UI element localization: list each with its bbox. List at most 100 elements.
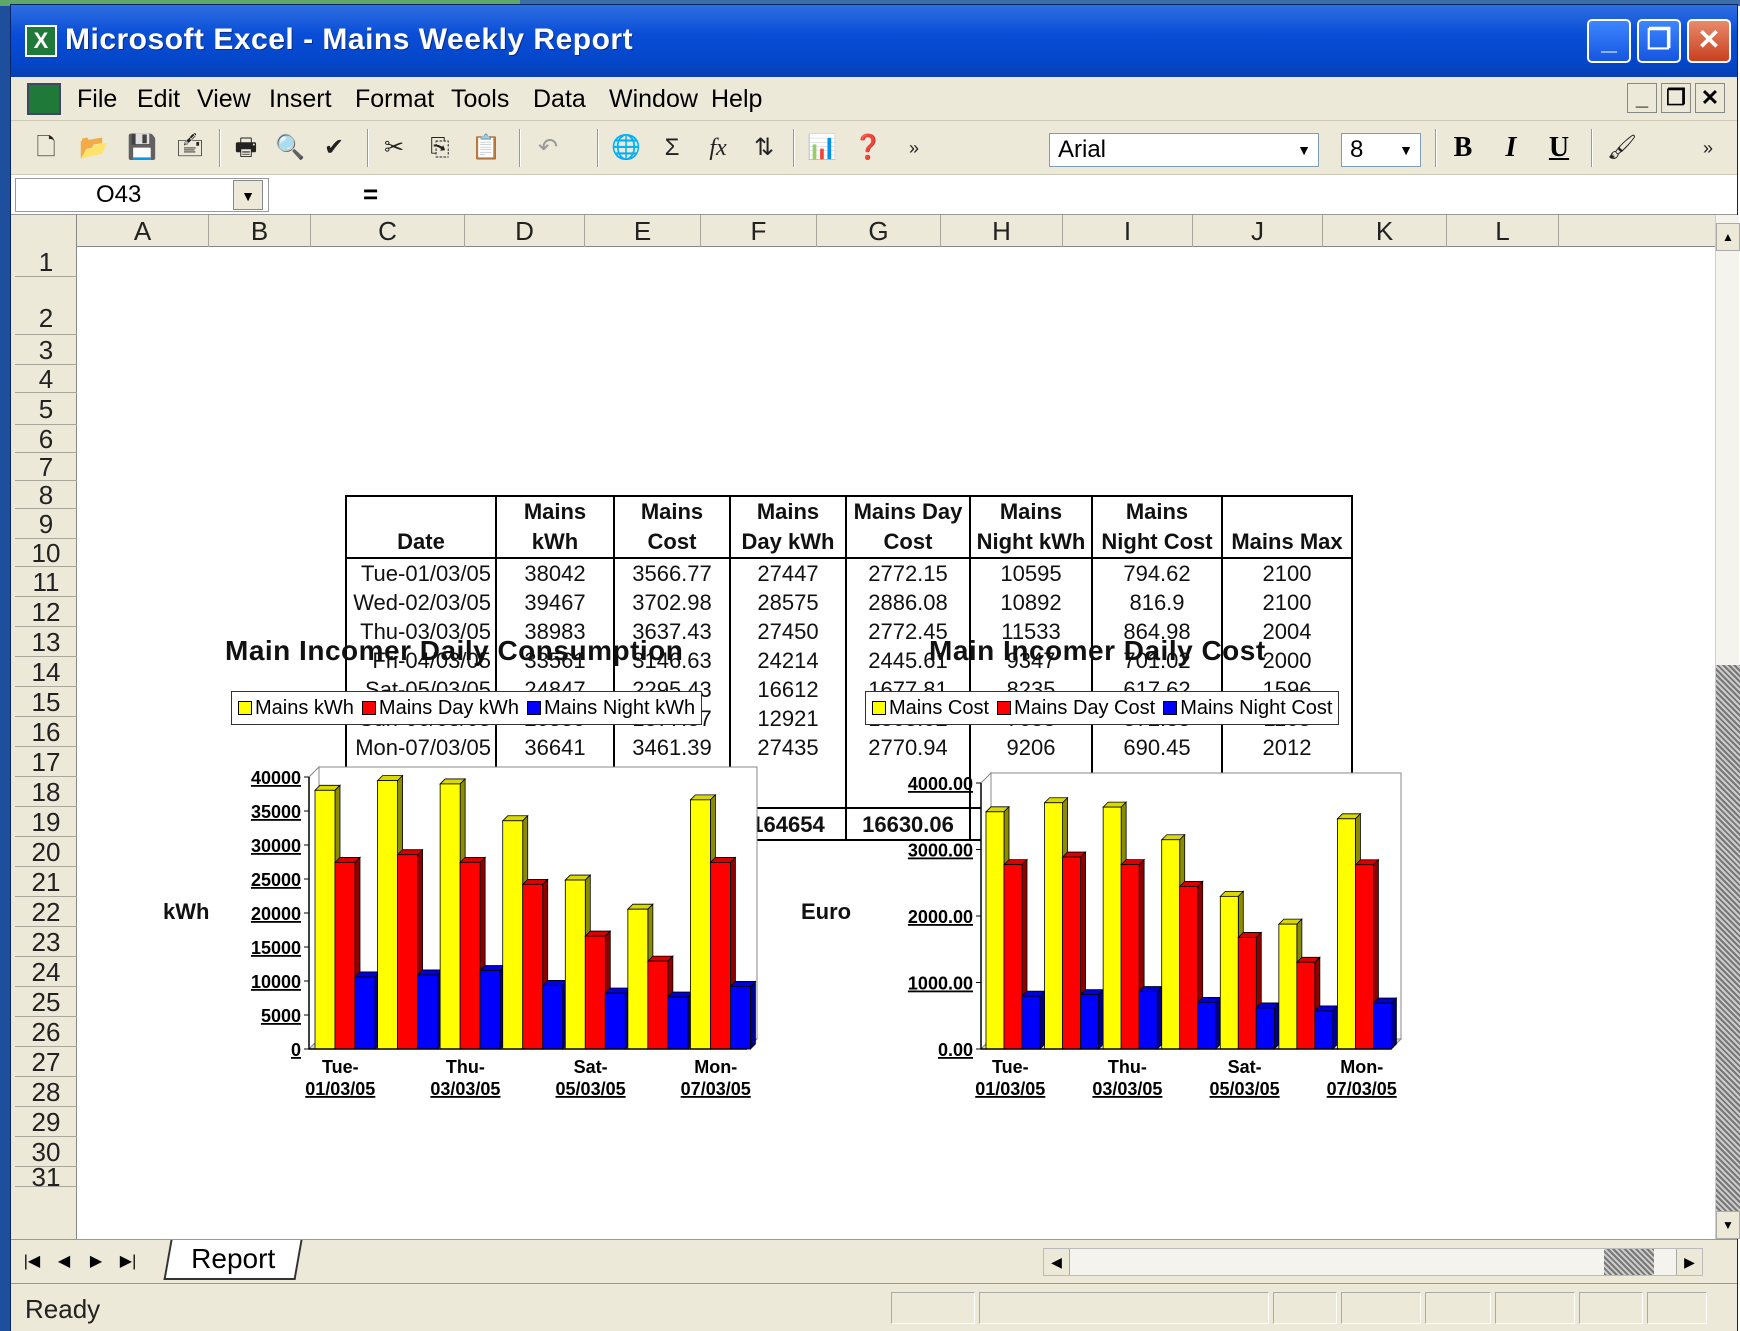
table-cell[interactable]: 2100 <box>1221 588 1353 617</box>
print-icon[interactable]: 🖶 <box>229 131 263 165</box>
row-header[interactable]: 15 <box>15 687 77 717</box>
table-cell[interactable]: 2886.08 <box>845 588 971 617</box>
chart-cost[interactable]: 4000.00 3000.00 2000.00 1000.00 0.00 Tue-01/0… <box>857 761 1417 1121</box>
table-cell[interactable]: Wed-02/03/05 <box>345 588 497 617</box>
row-header[interactable]: 22 <box>15 897 77 927</box>
autosum-icon[interactable]: Σ <box>655 131 689 165</box>
row-header[interactable]: 31 <box>15 1164 77 1190</box>
row-header[interactable]: 4 <box>15 365 77 393</box>
sort-ascending-icon[interactable]: ⇅ <box>747 131 781 165</box>
hyperlink-icon[interactable]: 🌐 <box>609 131 643 165</box>
workbook-icon[interactable] <box>27 83 61 115</box>
chart-consumption[interactable]: 40000 35000 30000 25000 20000 15000 10000 5000 0… <box>215 761 775 1121</box>
row-header[interactable]: 3 <box>15 335 77 365</box>
permission-icon[interactable]: 🖆 <box>173 131 207 165</box>
menu-help[interactable]: Help <box>711 85 762 114</box>
column-header[interactable]: K <box>1323 215 1447 247</box>
table-cell[interactable]: 28575 <box>729 588 847 617</box>
legend-item[interactable]: Mains Day Cost <box>997 697 1155 720</box>
row-header[interactable]: 26 <box>15 1017 77 1047</box>
table-cell[interactable]: 16612 <box>729 675 847 704</box>
column-header[interactable]: G <box>817 215 941 247</box>
help-icon[interactable]: ❓ <box>851 131 885 165</box>
scroll-down-arrow-icon[interactable]: ▼ <box>1716 1211 1740 1239</box>
row-header[interactable]: 9 <box>15 509 77 539</box>
table-cell[interactable]: 3702.98 <box>613 588 731 617</box>
row-header[interactable]: 11 <box>15 567 77 597</box>
table-header-cell[interactable]: Mains Night Cost <box>1091 495 1223 559</box>
menu-insert[interactable]: Insert <box>269 85 332 114</box>
font-size-select[interactable]: 8 ▼ <box>1341 133 1421 167</box>
column-header[interactable]: D <box>465 215 585 247</box>
function-icon[interactable]: fx <box>701 131 735 165</box>
table-cell[interactable]: 27450 <box>729 617 847 646</box>
close-button[interactable]: ✕ <box>1687 19 1731 63</box>
select-all-corner[interactable] <box>15 215 77 247</box>
row-header[interactable]: 8 <box>15 481 77 509</box>
table-cell[interactable]: Mon-07/03/05 <box>345 733 497 762</box>
row-header[interactable]: 23 <box>15 927 77 957</box>
minimize-button[interactable]: _ <box>1587 19 1631 63</box>
column-header[interactable]: C <box>311 215 465 247</box>
row-header[interactable]: 20 <box>15 837 77 867</box>
paste-icon[interactable]: 📋 <box>469 131 503 165</box>
column-header[interactable]: B <box>209 215 311 247</box>
table-cell[interactable]: 27447 <box>729 558 847 588</box>
formula-equals[interactable]: = <box>363 179 378 210</box>
table-header-cell[interactable]: Mains Cost <box>613 495 731 559</box>
next-sheet-icon[interactable]: ▶ <box>83 1248 109 1276</box>
row-header[interactable]: 29 <box>15 1107 77 1137</box>
column-header[interactable]: I <box>1063 215 1193 247</box>
table-cell[interactable]: 2012 <box>1221 733 1353 762</box>
maximize-button[interactable]: ❐ <box>1637 19 1681 63</box>
vertical-scrollbar[interactable]: ▲ ▼ <box>1715 215 1740 1239</box>
title-bar[interactable]: X Microsoft Excel - Mains Weekly Report … <box>11 5 1737 77</box>
row-header[interactable]: 6 <box>15 425 77 453</box>
table-cell[interactable]: 36641 <box>495 733 615 762</box>
table-header-cell[interactable]: Mains Day kWh <box>729 495 847 559</box>
table-cell[interactable]: Tue-01/03/05 <box>345 558 497 588</box>
excel-icon[interactable]: X <box>25 25 57 57</box>
table-header-cell[interactable]: Date <box>345 495 497 559</box>
legend-item[interactable]: Mains Night Cost <box>1163 697 1332 720</box>
menu-format[interactable]: Format <box>355 85 434 114</box>
underline-button[interactable]: U <box>1541 131 1577 165</box>
row-header[interactable]: 21 <box>15 867 77 897</box>
italic-button[interactable]: I <box>1493 131 1529 165</box>
vertical-scroll-thumb[interactable] <box>1716 665 1740 1225</box>
row-header[interactable]: 16 <box>15 717 77 747</box>
row-header[interactable]: 24 <box>15 957 77 987</box>
column-header[interactable]: J <box>1193 215 1323 247</box>
prev-sheet-icon[interactable]: ◀ <box>51 1248 77 1276</box>
row-header[interactable]: 27 <box>15 1047 77 1077</box>
column-header[interactable]: E <box>585 215 701 247</box>
chevron-down-icon[interactable]: ▼ <box>1292 136 1316 164</box>
menu-window[interactable]: Window <box>609 85 698 114</box>
row-header[interactable]: 19 <box>15 807 77 837</box>
horizontal-scroll-thumb[interactable] <box>1604 1249 1654 1275</box>
row-header[interactable]: 7 <box>15 453 77 481</box>
legend-item[interactable]: Mains Day kWh <box>361 697 519 720</box>
copy-icon[interactable]: ⎘ <box>423 131 457 165</box>
table-cell[interactable]: 12921 <box>729 704 847 733</box>
sheet-tab-report[interactable]: Report <box>163 1240 303 1280</box>
open-icon[interactable]: 📂 <box>77 131 111 165</box>
row-header[interactable]: 14 <box>15 657 77 687</box>
table-cell[interactable]: 27435 <box>729 733 847 762</box>
spelling-icon[interactable]: ✔ <box>317 131 351 165</box>
column-header[interactable]: H <box>941 215 1063 247</box>
doc-minimize-button[interactable]: _ <box>1627 83 1657 113</box>
table-cell[interactable]: 2772.15 <box>845 558 971 588</box>
font-name-select[interactable]: Arial ▼ <box>1049 133 1319 167</box>
menu-edit[interactable]: Edit <box>137 85 180 114</box>
doc-restore-button[interactable]: ❐ <box>1661 83 1691 113</box>
name-box[interactable]: O43 <box>15 178 269 212</box>
table-cell[interactable]: 3461.39 <box>613 733 731 762</box>
row-header[interactable]: 28 <box>15 1077 77 1107</box>
row-header[interactable]: 18 <box>15 777 77 807</box>
table-cell[interactable]: 794.62 <box>1091 558 1223 588</box>
toolbar-options-icon[interactable]: » <box>897 131 931 165</box>
menu-file[interactable]: File <box>77 85 117 114</box>
chevron-down-icon[interactable]: ▼ <box>1394 136 1418 164</box>
chart-legend-cost[interactable]: Mains Cost Mains Day Cost Mains Night Cost <box>865 691 1340 725</box>
